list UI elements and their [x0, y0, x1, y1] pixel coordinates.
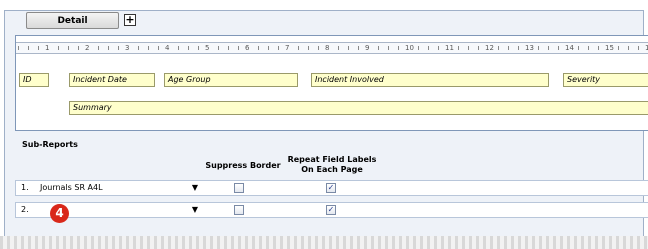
ruler-tick: [468, 46, 469, 50]
ruler-tick: [578, 46, 579, 50]
field-incident-involved[interactable]: Incident Involved: [311, 73, 549, 87]
ruler-tick: [238, 46, 239, 50]
chevron-down-icon[interactable]: ▼: [192, 182, 198, 194]
ruler-tick: [98, 46, 99, 50]
ruler-number: 15: [605, 44, 614, 52]
subreport-select-value: Journals SR A4L: [40, 183, 103, 192]
ruler-tick: [348, 46, 349, 50]
col-repeat-labels-line1: Repeat Field Labels: [287, 155, 377, 164]
ruler-tick: [108, 46, 109, 50]
ruler-tick: [538, 46, 539, 50]
ruler-tick: [628, 46, 629, 50]
ruler-number: 10: [405, 44, 414, 52]
field-summary[interactable]: Summary: [69, 101, 648, 115]
ruler-tick: [388, 46, 389, 50]
col-suppress-border: Suppress Border: [205, 161, 281, 170]
ruler-number: 1: [45, 44, 50, 52]
ruler-tick: [228, 46, 229, 50]
ruler-tick: [598, 46, 599, 50]
ruler-tick: [38, 46, 39, 50]
ruler-tick: [518, 46, 519, 50]
suppress-border-checkbox[interactable]: [234, 205, 244, 215]
ruler-number: 8: [325, 44, 330, 52]
ruler-tick: [178, 46, 179, 50]
repeat-labels-checkbox[interactable]: ✓: [326, 183, 336, 193]
ruler-tick: [638, 46, 639, 50]
ruler-tick: [548, 46, 549, 50]
ruler-tick: [358, 46, 359, 50]
ruler-number: 7: [285, 44, 290, 52]
ruler-tick: [278, 46, 279, 50]
detail-design-area: 12345678910111213141516 ID Incident Date…: [15, 35, 648, 131]
col-repeat-labels-line2: On Each Page: [301, 165, 363, 174]
ruler-tick: [148, 46, 149, 50]
callout-number-badge: 4: [50, 204, 69, 223]
ruler-number: 13: [525, 44, 534, 52]
ruler-number: 2: [85, 44, 90, 52]
ruler-number: 4: [165, 44, 170, 52]
ruler-tick: [338, 46, 339, 50]
ruler-tick: [58, 46, 59, 50]
ruler-tick: [478, 46, 479, 50]
ruler-number: 5: [205, 44, 210, 52]
ruler-tick: [508, 46, 509, 50]
ruler-tick: [78, 46, 79, 50]
ruler-number: 11: [445, 44, 454, 52]
ruler-number: 9: [365, 44, 370, 52]
ruler-tick: [398, 46, 399, 50]
ruler-tick: [308, 46, 309, 50]
ruler-tick: [218, 46, 219, 50]
ruler-number: 14: [565, 44, 574, 52]
ruler-tick: [618, 46, 619, 50]
ruler: 12345678910111213141516: [16, 42, 648, 54]
ruler-tick: [438, 46, 439, 50]
detail-section-button[interactable]: Detail: [26, 12, 119, 29]
ruler-tick: [558, 46, 559, 50]
subreport-row: 1. Journals SR A4L ▼ ✓: [15, 180, 648, 196]
chevron-down-icon[interactable]: ▼: [192, 204, 198, 216]
ruler-number: 6: [245, 44, 250, 52]
ruler-tick: [198, 46, 199, 50]
ruler-tick: [268, 46, 269, 50]
row-number: 2.: [21, 205, 29, 214]
ruler-tick: [418, 46, 419, 50]
expand-icon[interactable]: +: [124, 14, 136, 26]
ruler-tick: [158, 46, 159, 50]
ruler-tick: [68, 46, 69, 50]
ruler-tick: [18, 46, 19, 50]
row-number: 1.: [21, 183, 29, 192]
ruler-tick: [318, 46, 319, 50]
ruler-tick: [258, 46, 259, 50]
ruler-tick: [118, 46, 119, 50]
ruler-tick: [428, 46, 429, 50]
field-id[interactable]: ID: [19, 73, 49, 87]
ruler-number: 3: [125, 44, 130, 52]
subreport-select[interactable]: Journals SR A4L ▼: [36, 182, 200, 194]
subreport-row: 2. ▼ ✓: [15, 202, 648, 218]
suppress-border-checkbox[interactable]: [234, 183, 244, 193]
ruler-tick: [588, 46, 589, 50]
ruler-tick: [28, 46, 29, 50]
ruler-tick: [298, 46, 299, 50]
field-severity[interactable]: Severity: [563, 73, 648, 87]
torn-edge-bottom: [0, 236, 648, 249]
ruler-tick: [378, 46, 379, 50]
ruler-tick: [138, 46, 139, 50]
field-age-group[interactable]: Age Group: [164, 73, 298, 87]
field-incident-date[interactable]: Incident Date: [69, 73, 155, 87]
ruler-tick: [458, 46, 459, 50]
ruler-tick: [498, 46, 499, 50]
subreports-title: Sub-Reports: [22, 140, 78, 149]
ruler-tick: [188, 46, 189, 50]
repeat-labels-checkbox[interactable]: ✓: [326, 205, 336, 215]
ruler-number: 12: [485, 44, 494, 52]
